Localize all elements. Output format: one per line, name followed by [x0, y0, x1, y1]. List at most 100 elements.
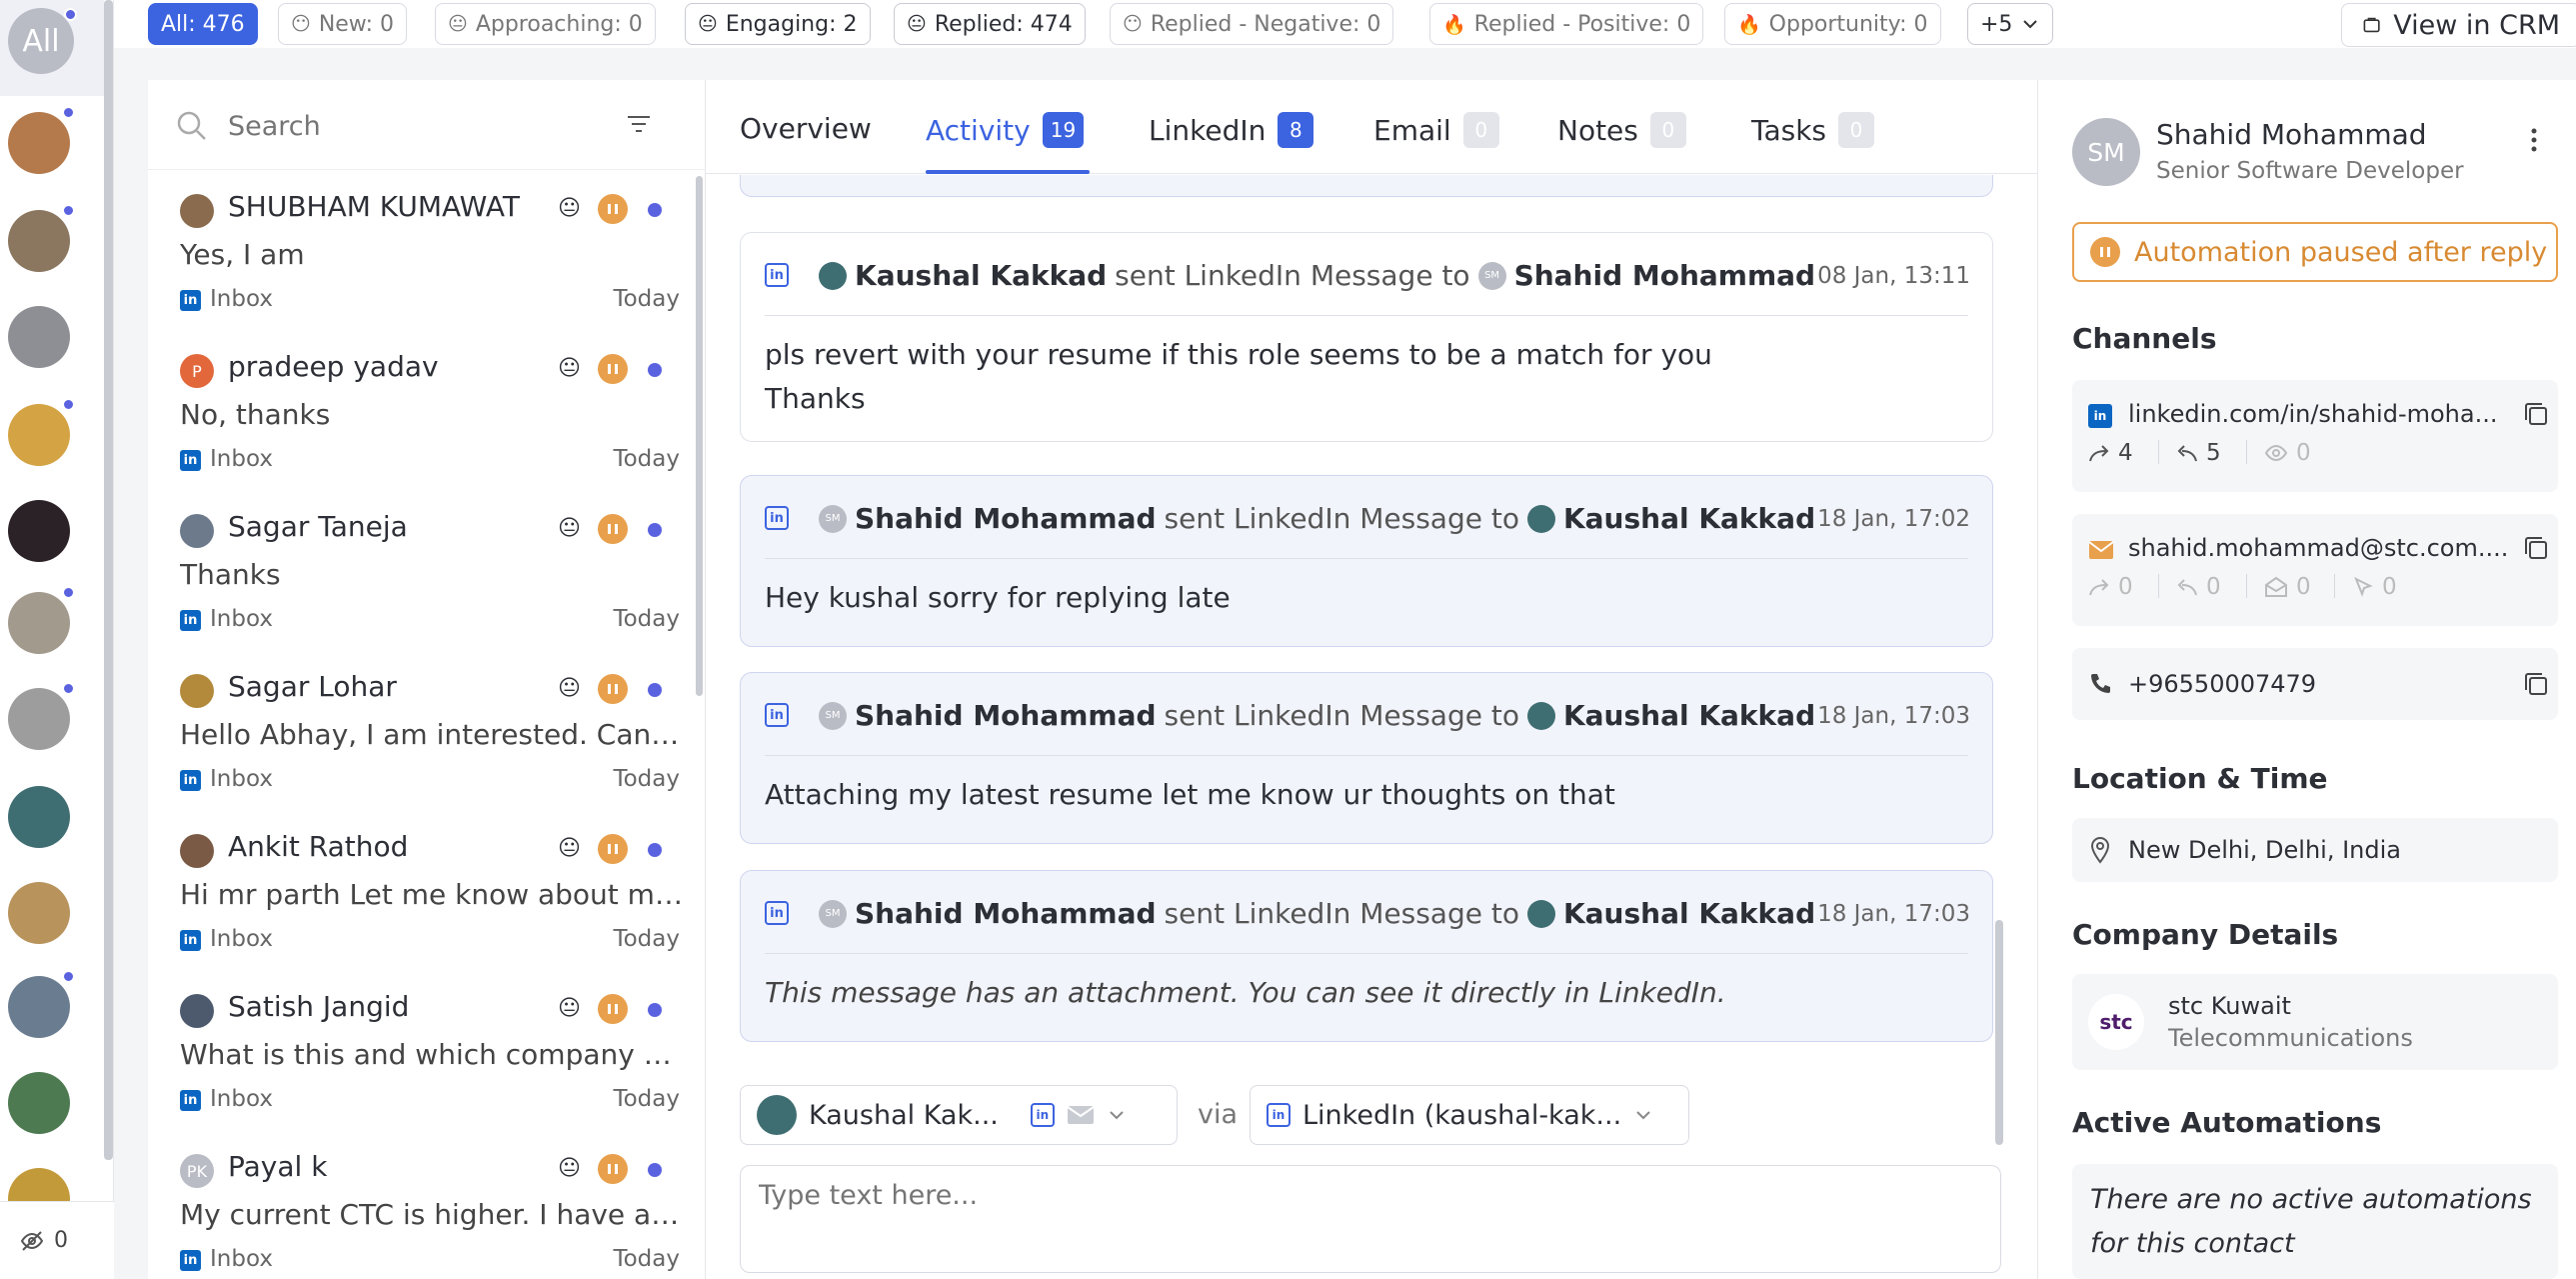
stat-value: 4	[2118, 440, 2133, 466]
copy-icon[interactable]	[2522, 670, 2550, 698]
conversation-item[interactable]: Satish Jangid 😐 What is this and which com…	[148, 974, 696, 1134]
phone-number[interactable]: +96550007479	[2128, 670, 2316, 698]
filter-engaging[interactable]: 😐 Engaging: 2	[685, 3, 871, 45]
rail-avatar[interactable]	[8, 688, 70, 750]
tab-tasks[interactable]: Tasks 0	[1751, 112, 1875, 148]
stat-value: 5	[2206, 440, 2221, 466]
tab-activity[interactable]: Activity 19	[926, 112, 1085, 148]
rail-scrollbar[interactable]	[104, 0, 113, 1160]
filter-replied-positive[interactable]: 🔥 Replied - Positive: 0	[1429, 3, 1704, 45]
unread-dot	[648, 203, 662, 217]
rail-avatar[interactable]	[8, 592, 70, 654]
channel-label: Inbox	[210, 286, 273, 312]
status-filter-bar: All: 476 😶 New: 0 😐 Approaching: 0 😐 Engagi…	[114, 0, 2576, 48]
copy-icon[interactable]	[2522, 400, 2550, 428]
tab-email[interactable]: Email 0	[1373, 112, 1499, 148]
activity-title: Kaushal Kakkad sent LinkedIn Message to …	[819, 259, 1815, 292]
recipient-avatar	[1526, 504, 1555, 533]
more-options-icon[interactable]	[2522, 125, 2546, 155]
activity-time: 18 Jan, 17:03	[1817, 901, 1970, 927]
channel-label: Inbox	[210, 766, 273, 792]
pause-icon	[598, 514, 628, 544]
channel-label: Inbox	[210, 446, 273, 472]
filter-new[interactable]: 😶 New: 0	[278, 3, 407, 45]
filter-approaching[interactable]: 😐 Approaching: 0	[435, 3, 656, 45]
rail-avatar[interactable]	[8, 500, 70, 562]
filter-opportunity[interactable]: 🔥 Opportunity: 0	[1724, 3, 1941, 45]
linkedin-icon: in	[2088, 404, 2112, 428]
email-opened-stat: 0	[2264, 574, 2311, 600]
location-value: New Delhi, Delhi, India	[2128, 836, 2401, 864]
conversation-item[interactable]: PK Payal k 😐 My current CTC is higher. I ha…	[148, 1134, 696, 1279]
automation-status-badge[interactable]: Automation paused after reply	[2072, 222, 2558, 282]
message-composer	[740, 1165, 2001, 1273]
avatar	[180, 194, 214, 228]
hidden-contacts-toggle[interactable]: 0	[0, 1201, 114, 1279]
email-clicked-stat: 0	[2352, 574, 2397, 600]
sender-select[interactable]: Kaushal Kak... in	[740, 1085, 1178, 1145]
sentiment-icon: 😐	[558, 196, 581, 221]
unread-dot	[62, 682, 75, 695]
rail-avatar[interactable]	[8, 976, 70, 1038]
conversation-item[interactable]: Sagar Lohar 😐 Hello Abhay, I am interested…	[148, 654, 696, 814]
chevron-down-icon	[2023, 20, 2038, 29]
rail-avatar[interactable]	[8, 112, 70, 174]
rail-avatar[interactable]	[8, 882, 70, 944]
feed-scrollbar[interactable]	[1995, 920, 2003, 1145]
rail-avatar[interactable]	[8, 1072, 70, 1134]
filter-replied-negative[interactable]: 😶 Replied - Negative: 0	[1110, 3, 1394, 45]
filter-replied[interactable]: 😐 Replied: 474	[894, 3, 1086, 45]
copy-icon[interactable]	[2522, 534, 2550, 562]
linkedin-icon: in	[765, 901, 789, 925]
message-line: Thanks	[765, 382, 866, 415]
filter-label: New: 0	[318, 11, 394, 37]
conversation-item[interactable]: Ankit Rathod 😐 Hi mr parth Let me know abo…	[148, 814, 696, 974]
open-mail-icon	[2265, 576, 2287, 597]
recipient-avatar: SM	[1477, 261, 1506, 290]
message-preview: Hi mr parth Let me know about mor...	[180, 878, 685, 911]
activity-verb: sent LinkedIn Message to	[1115, 259, 1470, 292]
filter-all[interactable]: All: 476	[148, 3, 258, 45]
rail-avatar[interactable]	[8, 210, 70, 272]
conversation-item[interactable]: Ppradeep yadav 😐 No, thanks in Inbox Today	[148, 334, 696, 494]
view-in-crm-button[interactable]: View in CRM	[2341, 3, 2576, 47]
channel-label: Inbox	[210, 1246, 273, 1272]
contact-title: Senior Software Developer	[2156, 158, 2464, 184]
message-input[interactable]	[759, 1180, 1958, 1211]
tab-notes[interactable]: Notes 0	[1557, 112, 1686, 148]
chevron-down-icon	[1110, 1111, 1124, 1120]
tab-label: Activity	[926, 113, 1031, 147]
activity-item: in SM Shahid Mohammad sent LinkedIn Mess…	[740, 475, 1993, 647]
contact-tabs: Overview Activity 19 LinkedIn 8 Email 0 Not…	[706, 80, 2037, 174]
email-address[interactable]: shahid.mohammad@stc.com....	[2128, 534, 2508, 562]
message-preview: No, thanks	[180, 398, 331, 431]
rail-avatar[interactable]	[8, 404, 70, 466]
rail-avatar[interactable]	[8, 306, 70, 368]
filter-more[interactable]: +5	[1967, 3, 2054, 45]
contact-name: Sagar Lohar	[228, 670, 397, 703]
divider	[2334, 574, 2335, 598]
linkedin-icon: in	[180, 930, 201, 951]
replied-icon: 😐	[907, 13, 927, 35]
search-input[interactable]	[228, 106, 588, 146]
company-card[interactable]: stc stc Kuwait Telecommunications	[2072, 974, 2558, 1070]
filter-icon[interactable]	[626, 112, 652, 138]
unread-dot	[62, 106, 75, 119]
linkedin-icon: in	[1267, 1103, 1290, 1127]
tab-label: Email	[1373, 113, 1451, 147]
tab-linkedin[interactable]: LinkedIn 8	[1149, 112, 1314, 148]
recipient-avatar	[1526, 899, 1555, 928]
contact-avatar: SM	[2072, 118, 2140, 186]
rail-avatar[interactable]	[8, 786, 70, 848]
phone-channel-card: +96550007479	[2072, 648, 2558, 720]
location-heading: Location & Time	[2072, 762, 2328, 795]
sentiment-icon: 😐	[558, 356, 581, 381]
conversation-item[interactable]: Sagar Taneja 😐 Thanks in Inbox Today	[148, 494, 696, 654]
linkedin-url[interactable]: linkedin.com/in/shahid-moha...	[2128, 400, 2497, 428]
conversation-item[interactable]: SHUBHAM KUMAWAT 😐 Yes, I am in Inbox Today	[148, 174, 696, 334]
company-name: stc Kuwait	[2168, 992, 2291, 1020]
unread-dot	[648, 1163, 662, 1177]
list-scrollbar[interactable]	[696, 176, 703, 696]
tab-overview[interactable]: Overview	[740, 112, 872, 145]
channel-select[interactable]: in LinkedIn (kaushal-kak...	[1250, 1085, 1689, 1145]
